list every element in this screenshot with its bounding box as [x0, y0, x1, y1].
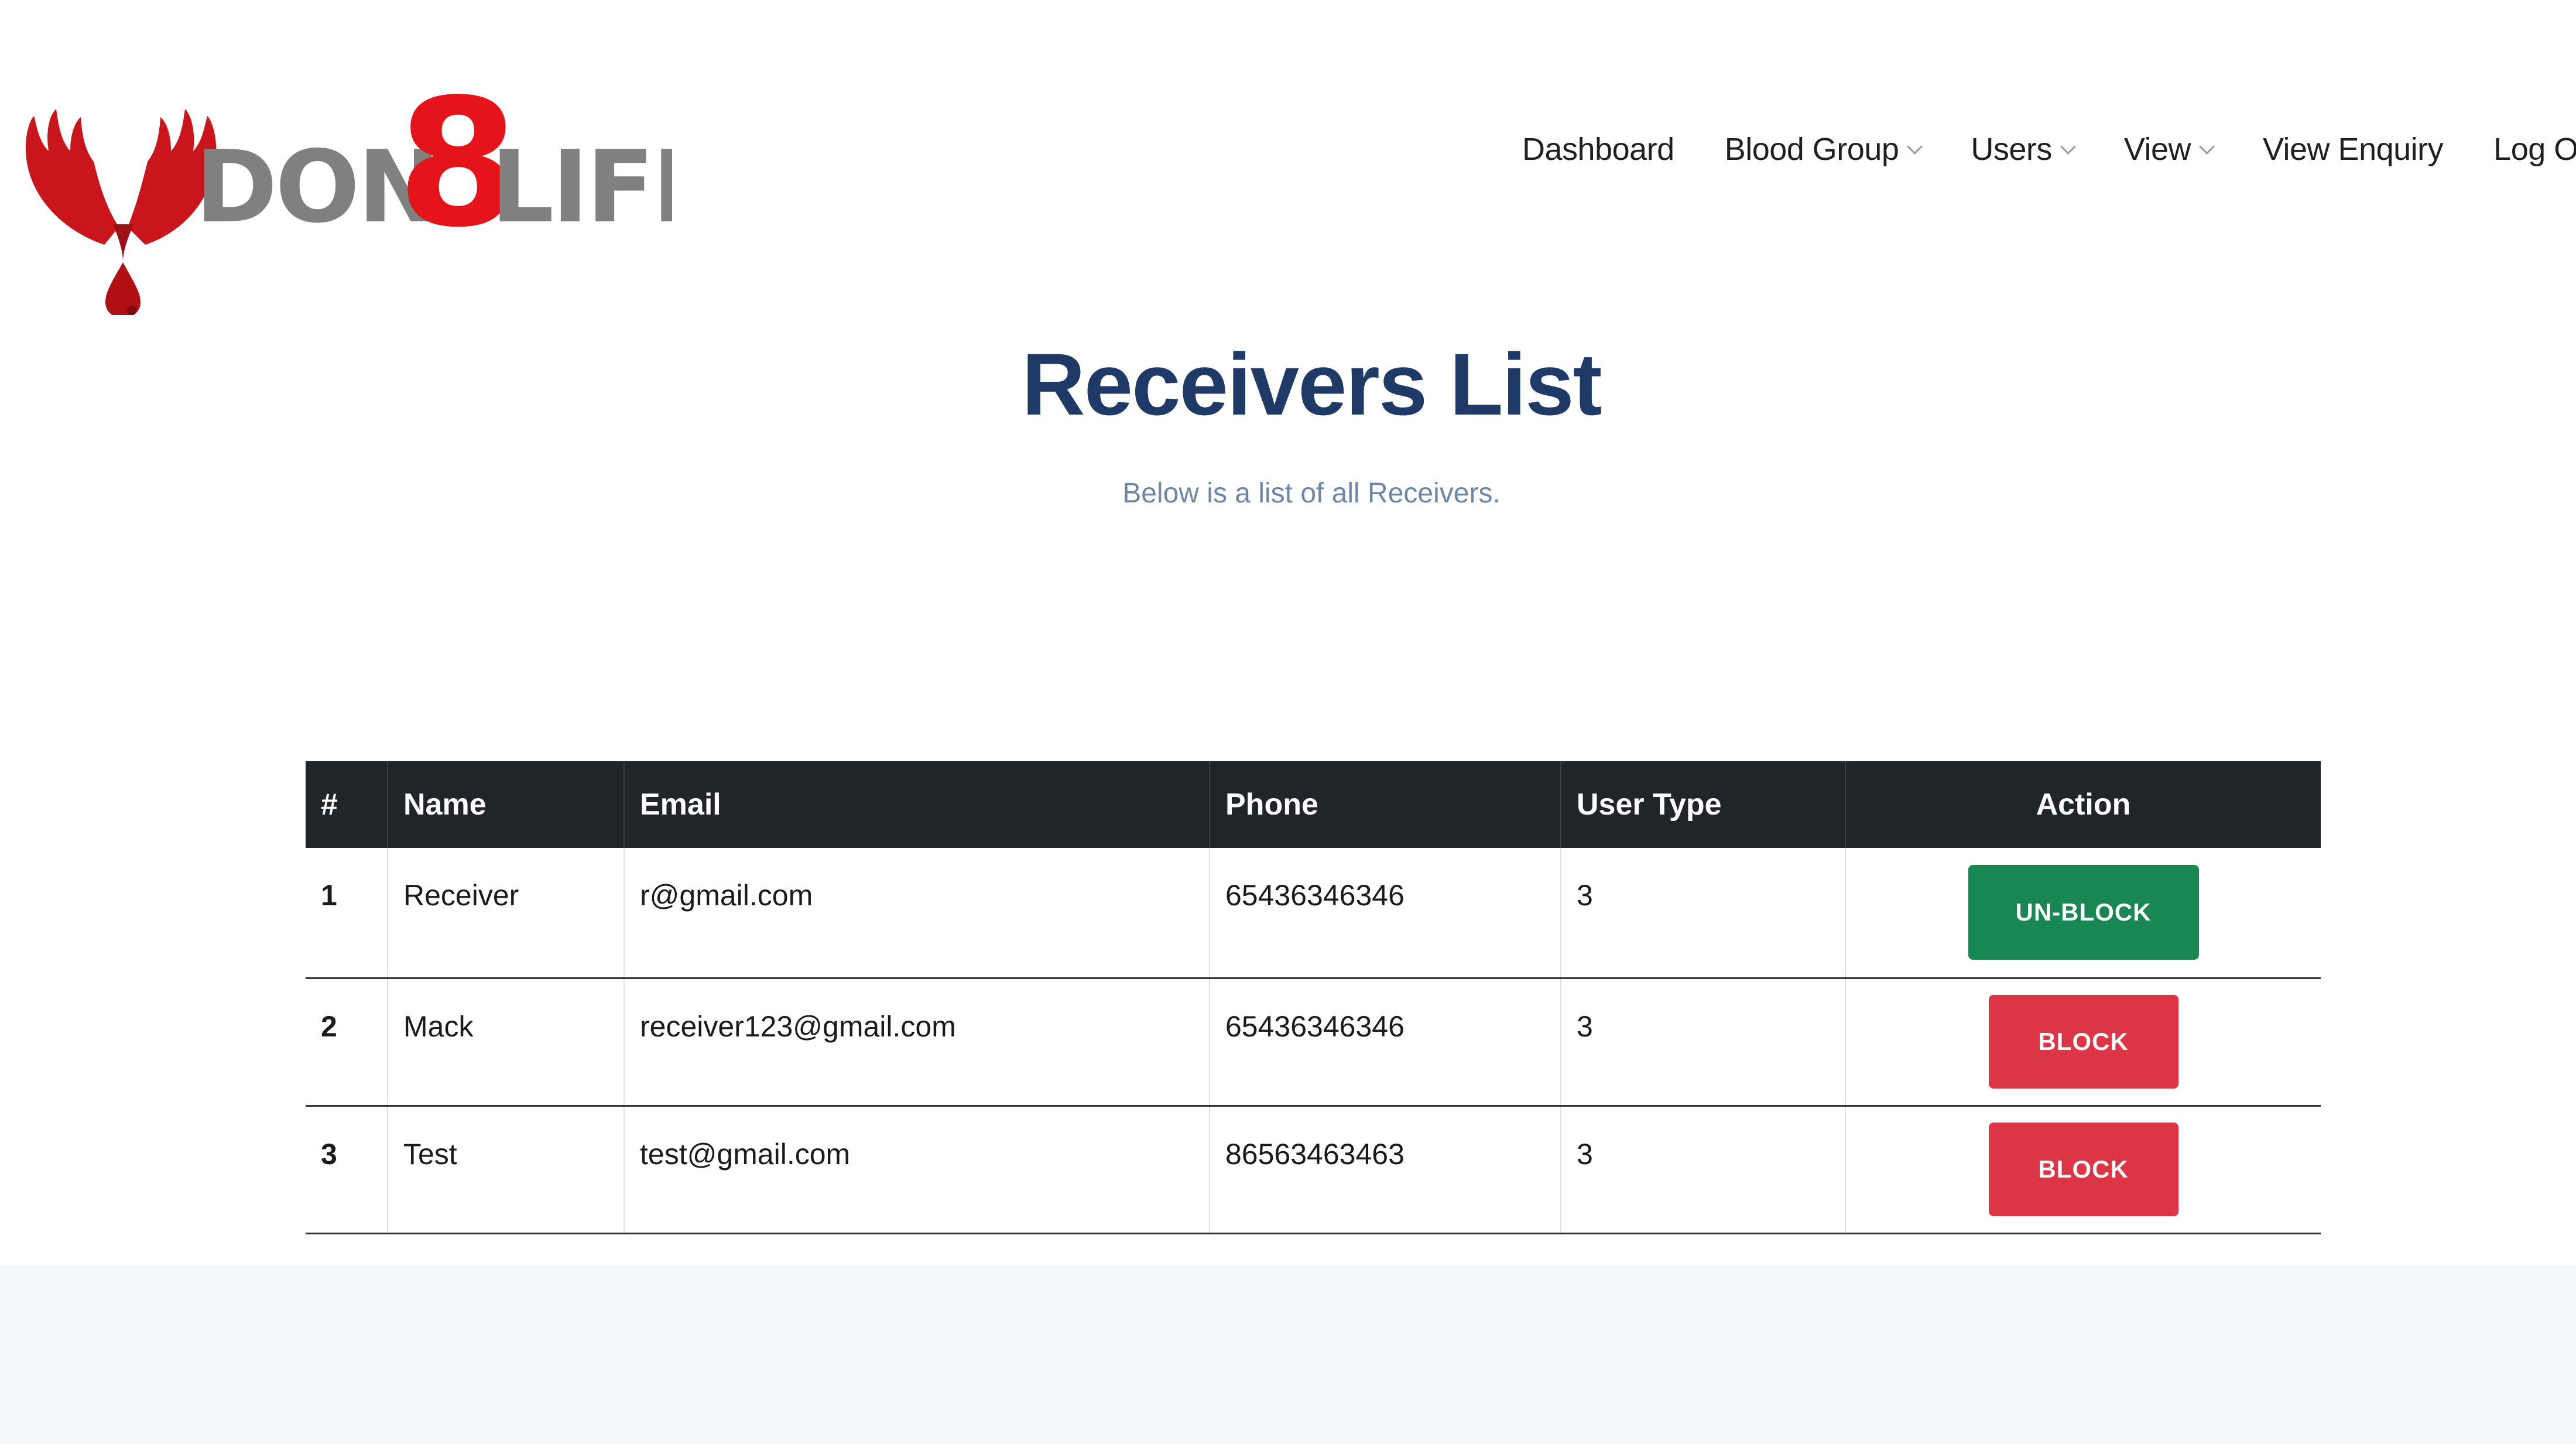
nav-view-enquiry-label: View Enquiry [2262, 132, 2444, 167]
column-header-user-type: User Type [1560, 761, 1845, 848]
column-header-action: Action [1845, 761, 2321, 848]
nav-dashboard-label: Dashboard [1522, 132, 1674, 167]
cell-user-type: 3 [1560, 848, 1845, 978]
block-button[interactable]: BLOCK [1988, 1123, 2178, 1216]
block-button[interactable]: BLOCK [1988, 995, 2178, 1089]
table-row: 1 Receiver r@gmail.com 65436346346 3 UN-… [306, 848, 2321, 978]
cell-number: 1 [321, 879, 337, 912]
nav-view-enquiry[interactable]: View Enquiry [2262, 131, 2444, 167]
footer-band [0, 1265, 2576, 1444]
main-nav: Dashboard Blood Group Users View View En… [1522, 123, 2576, 176]
table-row: 3 Test test@gmail.com 86563463463 3 BLOC… [306, 1106, 2321, 1233]
cell-name: Receiver [387, 848, 624, 978]
column-header-name: Name [387, 761, 624, 848]
column-header-email: Email [624, 761, 1210, 848]
chevron-down-icon [2199, 138, 2215, 155]
table-header-row: # Name Email Phone User Type Action [306, 761, 2321, 848]
cell-phone: 65436346346 [1209, 848, 1561, 978]
site-logo[interactable]: DON 8 LIFE [16, 87, 672, 315]
nav-view-label: View [2123, 132, 2191, 167]
cell-email: r@gmail.com [624, 848, 1210, 978]
table-row: 2 Mack receiver123@gmail.com 65436346346… [306, 978, 2321, 1106]
unblock-button[interactable]: UN-BLOCK [1968, 865, 2199, 960]
nav-log-out-label: Log Out [2493, 132, 2576, 167]
cell-email: receiver123@gmail.com [624, 978, 1210, 1106]
nav-users-label: Users [1971, 132, 2052, 167]
cell-action: BLOCK [1845, 978, 2321, 1106]
cell-email: test@gmail.com [624, 1106, 1210, 1233]
receivers-table-wrapper: # Name Email Phone User Type Action 1 Re… [306, 761, 2321, 1234]
nav-view[interactable]: View [2123, 131, 2215, 167]
nav-log-out[interactable]: Log Out [2493, 131, 2576, 167]
cell-user-type: 3 [1560, 1106, 1845, 1233]
cell-phone: 86563463463 [1209, 1106, 1561, 1233]
page-title: Receivers List [1022, 335, 1602, 433]
cell-phone: 65436346346 [1209, 978, 1561, 1106]
page: DON 8 LIFE Dashboard Blood Group Users V… [0, 0, 2576, 1444]
column-header-number: # [321, 788, 338, 822]
cell-name: Test [387, 1106, 624, 1233]
don8life-logo-icon: DON 8 LIFE [25, 87, 672, 315]
cell-name: Mack [387, 978, 624, 1106]
cell-number: 2 [321, 1010, 337, 1043]
nav-dashboard[interactable]: Dashboard [1522, 131, 1674, 167]
page-subtitle: Below is a list of all Receivers. [1122, 478, 1501, 509]
receivers-table: # Name Email Phone User Type Action 1 Re… [306, 761, 2321, 1234]
chevron-down-icon [1907, 138, 1923, 155]
nav-blood-group-label: Blood Group [1724, 132, 1899, 167]
chevron-down-icon [2060, 138, 2076, 155]
cell-number: 3 [321, 1137, 337, 1171]
column-header-phone: Phone [1209, 761, 1561, 848]
cell-action: UN-BLOCK [1845, 848, 2321, 978]
cell-user-type: 3 [1560, 978, 1845, 1106]
nav-users[interactable]: Users [1971, 131, 2076, 167]
nav-blood-group[interactable]: Blood Group [1724, 131, 1923, 167]
svg-text:LIFE: LIFE [491, 129, 672, 245]
cell-action: BLOCK [1845, 1106, 2321, 1233]
